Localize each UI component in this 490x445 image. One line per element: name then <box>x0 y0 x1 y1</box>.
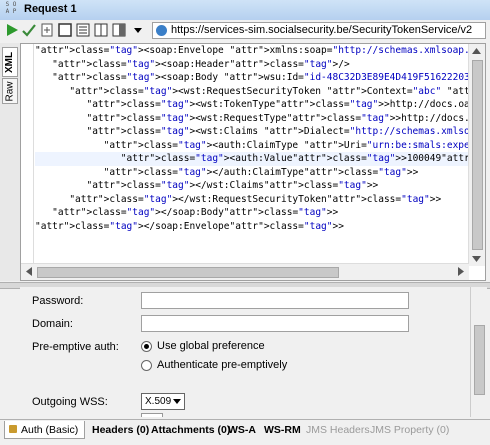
xml-line[interactable]: "attr">class="tag"></wst:RequestSecurity… <box>35 193 469 207</box>
domain-field[interactable] <box>141 315 409 332</box>
xml-line[interactable]: "attr">class="tag"></wst:Claims"attr">cl… <box>35 179 469 193</box>
tab-ws-rm[interactable]: WS-RM <box>264 424 301 436</box>
domain-label: Domain: <box>32 318 73 330</box>
pin-icon[interactable] <box>112 23 126 37</box>
soap-ui-icon: S OA P <box>5 1 17 15</box>
chevron-down-icon <box>173 399 181 404</box>
password-field[interactable] <box>141 292 409 309</box>
tab-xml-label: XML <box>4 51 16 73</box>
incoming-wss-select[interactable] <box>141 413 163 417</box>
lock-icon <box>9 425 17 433</box>
tab-raw-label: Raw <box>4 80 16 102</box>
split-icon[interactable] <box>94 23 108 37</box>
outgoing-wss-value: X.509 <box>145 396 172 407</box>
editor-horizontal-scrollbar[interactable] <box>21 263 469 280</box>
xml-code-area[interactable]: "attr">class="tag"><soap:Envelope "attr"… <box>35 44 469 266</box>
globe-icon <box>156 25 167 36</box>
editor-view-tabs: XML Raw <box>0 43 20 281</box>
tab-attachments-0[interactable]: Attachments (0) <box>151 424 230 436</box>
tab-auth-basic[interactable]: Auth (Basic) <box>4 421 86 439</box>
xml-line[interactable]: "attr">class="tag"><soap:Envelope "attr"… <box>35 44 469 58</box>
scroll-right-icon[interactable] <box>457 267 465 276</box>
tab-label: WS-A <box>228 424 256 436</box>
tab-headers-0[interactable]: Headers (0) <box>92 424 149 436</box>
use-global-preference-radio[interactable] <box>141 341 152 352</box>
xml-line[interactable]: "attr">class="tag"><auth:Value"attr">cla… <box>35 152 469 166</box>
request-properties-tabs: Auth (Basic) Headers (0) Attachments (0) WS… <box>0 419 490 445</box>
auth-panel-scrollbar[interactable] <box>470 287 487 417</box>
clone-icon[interactable] <box>58 23 72 37</box>
xml-line[interactable]: "attr">class="tag"><wst:Claims "attr">Di… <box>35 125 469 139</box>
editor-gutter <box>21 44 34 266</box>
title-bar: S OA P Request 1 <box>0 0 490 21</box>
xml-line[interactable]: "attr">class="tag"></soap:Envelope"attr"… <box>35 220 469 234</box>
auth-panel: Password: Domain: Pre-emptive auth: Use … <box>20 287 486 417</box>
tab-label: Attachments (0) <box>151 424 231 436</box>
tab-label: JMS Property (0) <box>370 424 450 436</box>
add-icon[interactable] <box>40 23 54 37</box>
scroll-down-icon[interactable] <box>472 255 481 263</box>
use-global-preference-label[interactable]: Use global preference <box>157 340 265 352</box>
xml-line[interactable]: "attr">class="tag"><soap:Body "attr">wsu… <box>35 71 469 85</box>
tab-label: Auth (Basic) <box>21 424 79 436</box>
validate-icon[interactable] <box>22 23 36 37</box>
password-label: Password: <box>32 295 84 307</box>
tab-xml[interactable]: XML <box>2 47 18 77</box>
preemptive-auth-label: Pre-emptive auth: <box>32 341 119 353</box>
xml-editor[interactable]: "attr">class="tag"><soap:Envelope "attr"… <box>20 43 486 281</box>
xml-line[interactable]: "attr">class="tag"></soap:Body"attr">cla… <box>35 206 469 220</box>
xml-line[interactable]: "attr">class="tag"><auth:ClaimType "attr… <box>35 139 469 153</box>
auth-panel-scroll-thumb[interactable] <box>474 325 485 395</box>
outgoing-wss-select[interactable]: X.509 <box>141 393 185 410</box>
authenticate-preemptively-radio[interactable] <box>141 360 152 371</box>
editor-hscroll-thumb[interactable] <box>37 267 339 278</box>
xml-line[interactable]: "attr">class="tag"><soap:Header"attr">cl… <box>35 58 469 72</box>
xml-line[interactable]: "attr">class="tag"><wst:TokenType"attr">… <box>35 98 469 112</box>
tab-label: WS-RM <box>264 424 301 436</box>
editor-vertical-scrollbar[interactable] <box>468 44 485 266</box>
tab-jms-property-0: JMS Property (0) <box>370 424 449 436</box>
xml-line[interactable]: "attr">class="tag"><wst:RequestType"attr… <box>35 112 469 126</box>
authenticate-preemptively-label[interactable]: Authenticate pre-emptively <box>157 359 287 371</box>
run-icon[interactable] <box>5 23 19 37</box>
tab-ws-a[interactable]: WS-A <box>228 424 256 436</box>
scroll-up-icon[interactable] <box>472 47 481 55</box>
tab-label: JMS Headers <box>306 424 370 436</box>
xml-line[interactable]: "attr">class="tag"></auth:ClaimType"attr… <box>35 166 469 180</box>
window-title: Request 1 <box>24 3 77 15</box>
tab-jms-headers: JMS Headers <box>306 424 370 436</box>
endpoint-dropdown-icon[interactable] <box>133 23 143 37</box>
outgoing-wss-label: Outgoing WSS: <box>32 396 108 408</box>
editor-vscroll-thumb[interactable] <box>472 60 483 250</box>
endpoint-url-field[interactable]: https://services-sim.socialsecurity.be/S… <box>152 22 486 39</box>
tab-label: Headers (0) <box>92 424 150 436</box>
tab-raw[interactable]: Raw <box>2 78 18 104</box>
scroll-left-icon[interactable] <box>25 267 33 276</box>
endpoint-url-text: https://services-sim.socialsecurity.be/S… <box>171 24 473 36</box>
format-icon[interactable] <box>76 23 90 37</box>
xml-line[interactable]: "attr">class="tag"><wst:RequestSecurityT… <box>35 85 469 99</box>
